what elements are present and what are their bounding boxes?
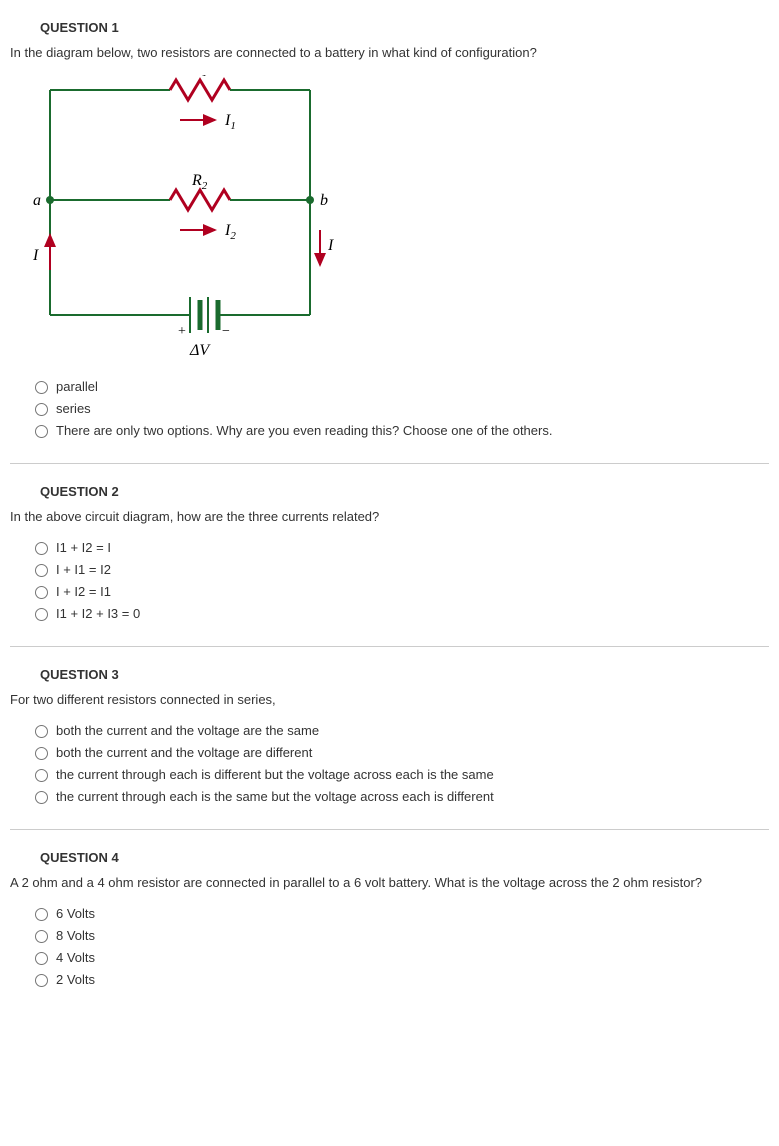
circuit-diagram: R1 R2 I1 I2 I I a b + − ΔV — [30, 75, 769, 358]
q1-radio-3[interactable] — [35, 425, 48, 438]
q4-option-4[interactable]: 2 Volts — [30, 971, 769, 987]
svg-text:+: + — [178, 324, 186, 339]
question-1-options: parallel series There are only two optio… — [30, 378, 769, 438]
svg-text:−: − — [222, 324, 230, 339]
question-3-prompt: For two different resistors connected in… — [10, 692, 769, 707]
q2-option-2-label: I + I1 = I2 — [56, 562, 111, 577]
q1-option-3[interactable]: There are only two options. Why are you … — [30, 422, 769, 438]
q2-radio-1[interactable] — [35, 542, 48, 555]
divider-3 — [10, 829, 769, 830]
q4-radio-4[interactable] — [35, 974, 48, 987]
q3-option-3-label: the current through each is different bu… — [56, 767, 494, 782]
q3-option-2-label: both the current and the voltage are dif… — [56, 745, 312, 760]
q1-option-3-label: There are only two options. Why are you … — [56, 423, 552, 438]
q3-option-1-label: both the current and the voltage are the… — [56, 723, 319, 738]
svg-text:b: b — [320, 192, 328, 209]
question-1-prompt: In the diagram below, two resistors are … — [10, 45, 769, 60]
q3-radio-3[interactable] — [35, 769, 48, 782]
q4-radio-1[interactable] — [35, 908, 48, 921]
question-4-header: QUESTION 4 — [40, 850, 769, 865]
q2-option-3[interactable]: I + I2 = I1 — [30, 583, 769, 599]
question-3-header: QUESTION 3 — [40, 667, 769, 682]
q3-option-2[interactable]: both the current and the voltage are dif… — [30, 744, 769, 760]
q4-option-2-label: 8 Volts — [56, 928, 95, 943]
svg-text:I: I — [327, 237, 334, 254]
q1-radio-2[interactable] — [35, 403, 48, 416]
q3-radio-4[interactable] — [35, 791, 48, 804]
q2-option-4[interactable]: I1 + I2 + I3 = 0 — [30, 605, 769, 621]
q3-option-4-label: the current through each is the same but… — [56, 789, 494, 804]
svg-text:I: I — [32, 247, 39, 264]
q1-radio-1[interactable] — [35, 381, 48, 394]
q2-option-1[interactable]: I1 + I2 = I — [30, 539, 769, 555]
svg-text:I2: I2 — [224, 222, 236, 242]
q4-option-3[interactable]: 4 Volts — [30, 949, 769, 965]
q4-option-3-label: 4 Volts — [56, 950, 95, 965]
question-4-options: 6 Volts 8 Volts 4 Volts 2 Volts — [30, 905, 769, 987]
q3-option-4[interactable]: the current through each is the same but… — [30, 788, 769, 804]
q4-option-4-label: 2 Volts — [56, 972, 95, 987]
q3-radio-1[interactable] — [35, 725, 48, 738]
q3-option-3[interactable]: the current through each is different bu… — [30, 766, 769, 782]
q2-option-1-label: I1 + I2 = I — [56, 540, 111, 555]
q4-radio-2[interactable] — [35, 930, 48, 943]
svg-text:a: a — [33, 192, 41, 209]
q2-radio-2[interactable] — [35, 564, 48, 577]
question-2-prompt: In the above circuit diagram, how are th… — [10, 509, 769, 524]
q4-option-1-label: 6 Volts — [56, 906, 95, 921]
q2-radio-3[interactable] — [35, 586, 48, 599]
svg-text:ΔV: ΔV — [189, 342, 211, 355]
question-2-header: QUESTION 2 — [40, 484, 769, 499]
q4-option-2[interactable]: 8 Volts — [30, 927, 769, 943]
question-1-header: QUESTION 1 — [40, 20, 769, 35]
q1-option-2-label: series — [56, 401, 91, 416]
q2-radio-4[interactable] — [35, 608, 48, 621]
q1-option-2[interactable]: series — [30, 400, 769, 416]
svg-text:I1: I1 — [224, 112, 236, 132]
question-2-options: I1 + I2 = I I + I1 = I2 I + I2 = I1 I1 +… — [30, 539, 769, 621]
q3-option-1[interactable]: both the current and the voltage are the… — [30, 722, 769, 738]
q1-option-1[interactable]: parallel — [30, 378, 769, 394]
q1-option-1-label: parallel — [56, 379, 98, 394]
q2-option-4-label: I1 + I2 + I3 = 0 — [56, 606, 140, 621]
q2-option-2[interactable]: I + I1 = I2 — [30, 561, 769, 577]
q3-radio-2[interactable] — [35, 747, 48, 760]
question-3-options: both the current and the voltage are the… — [30, 722, 769, 804]
svg-text:R1: R1 — [191, 75, 207, 79]
question-4-prompt: A 2 ohm and a 4 ohm resistor are connect… — [10, 875, 769, 890]
q4-radio-3[interactable] — [35, 952, 48, 965]
divider-1 — [10, 463, 769, 464]
divider-2 — [10, 646, 769, 647]
q2-option-3-label: I + I2 = I1 — [56, 584, 111, 599]
q4-option-1[interactable]: 6 Volts — [30, 905, 769, 921]
